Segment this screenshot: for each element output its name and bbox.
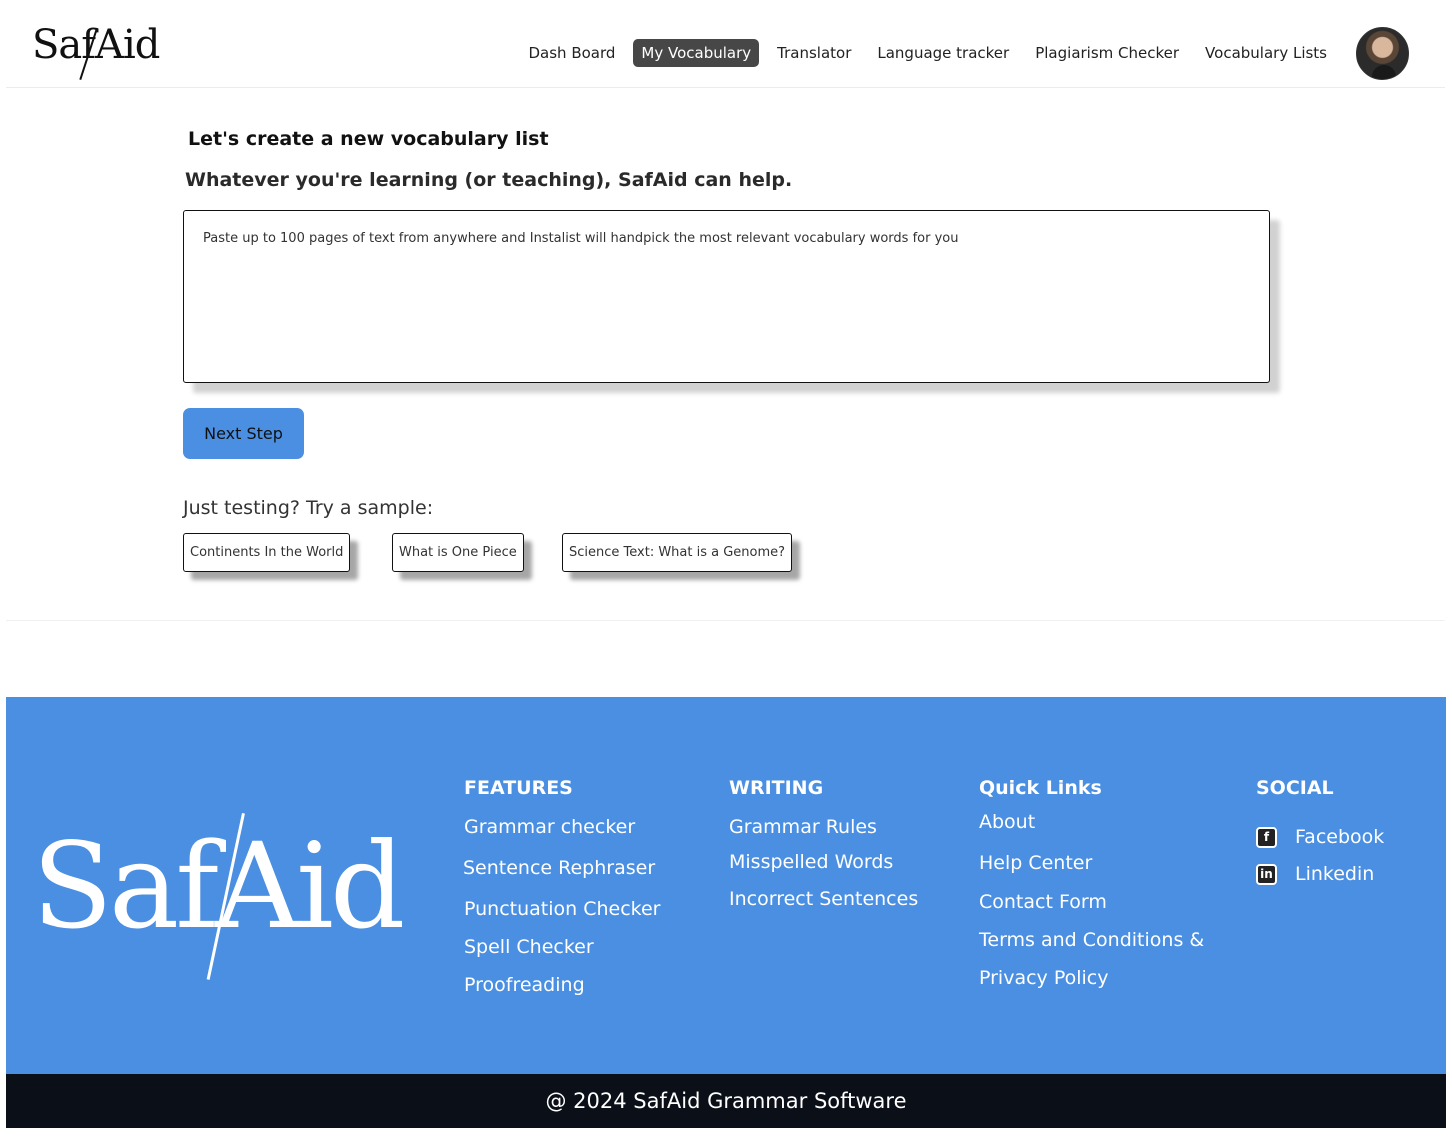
link-proofreading[interactable]: Proofreading <box>464 974 661 996</box>
writing-heading: WRITING <box>729 777 824 799</box>
copyright-bar: @ 2024 SafAid Grammar Software <box>6 1074 1446 1128</box>
link-misspelled-words[interactable]: Misspelled Words <box>729 851 918 873</box>
link-linkedin[interactable]: in Linkedin <box>1256 863 1384 885</box>
nav-vocabulary-lists[interactable]: Vocabulary Lists <box>1197 39 1335 67</box>
footer-writing: WRITING Grammar Rules Misspelled Words I… <box>729 777 918 910</box>
facebook-icon: f <box>1256 826 1277 848</box>
link-grammar-rules[interactable]: Grammar Rules <box>729 816 918 838</box>
main-content: Let's create a new vocabulary list Whate… <box>6 88 1445 621</box>
sample-continents[interactable]: Continents In the World <box>183 533 351 572</box>
link-grammar-checker[interactable]: Grammar checker <box>464 816 661 838</box>
link-contact-form[interactable]: Contact Form <box>979 891 1204 913</box>
features-heading: FEATURES <box>464 777 573 799</box>
user-avatar[interactable] <box>1356 27 1409 80</box>
sample-one-piece[interactable]: What is One Piece <box>392 533 524 572</box>
footer-logo[interactable]: SafAid <box>32 813 405 980</box>
next-step-button[interactable]: Next Step <box>183 408 304 459</box>
footer-features: FEATURES Grammar checker Sentence Rephra… <box>463 777 661 996</box>
main-nav: Dash Board My Vocabulary Translator Lang… <box>520 39 1335 67</box>
page-title: Let's create a new vocabulary list <box>188 128 549 150</box>
nav-dashboard[interactable]: Dash Board <box>520 39 623 67</box>
nav-my-vocabulary[interactable]: My Vocabulary <box>633 39 760 67</box>
linkedin-icon: in <box>1256 863 1277 885</box>
site-header: SafAid Dash Board My Vocabulary Translat… <box>6 0 1445 88</box>
social-heading: SOCIAL <box>1256 777 1334 799</box>
link-sentence-rephraser[interactable]: Sentence Rephraser <box>463 857 661 879</box>
footer-quick-links: Quick Links About Help Center Contact Fo… <box>979 777 1204 989</box>
nav-translator[interactable]: Translator <box>769 39 859 67</box>
link-about[interactable]: About <box>979 811 1204 833</box>
nav-plagiarism-checker[interactable]: Plagiarism Checker <box>1027 39 1187 67</box>
footer-social: SOCIAL f Facebook in Linkedin <box>1256 777 1384 885</box>
safaid-logo[interactable]: SafAid <box>32 22 160 82</box>
link-privacy-policy[interactable]: Privacy Policy <box>979 967 1204 989</box>
link-incorrect-sentences[interactable]: Incorrect Sentences <box>729 888 918 910</box>
sample-label: Just testing? Try a sample: <box>183 497 434 519</box>
link-facebook[interactable]: f Facebook <box>1256 826 1384 848</box>
link-spell-checker[interactable]: Spell Checker <box>464 936 661 958</box>
link-terms[interactable]: Terms and Conditions & <box>979 929 1204 951</box>
link-punctuation-checker[interactable]: Punctuation Checker <box>464 898 661 920</box>
text-input-box <box>183 210 1270 383</box>
link-help-center[interactable]: Help Center <box>979 852 1204 874</box>
quick-links-heading: Quick Links <box>979 777 1102 799</box>
vocabulary-text-input[interactable] <box>184 211 1269 382</box>
site-footer: SafAid FEATURES Grammar checker Sentence… <box>6 697 1446 1074</box>
page-subtitle: Whatever you're learning (or teaching), … <box>185 169 793 191</box>
nav-language-tracker[interactable]: Language tracker <box>869 39 1017 67</box>
sample-genome[interactable]: Science Text: What is a Genome? <box>562 533 793 572</box>
